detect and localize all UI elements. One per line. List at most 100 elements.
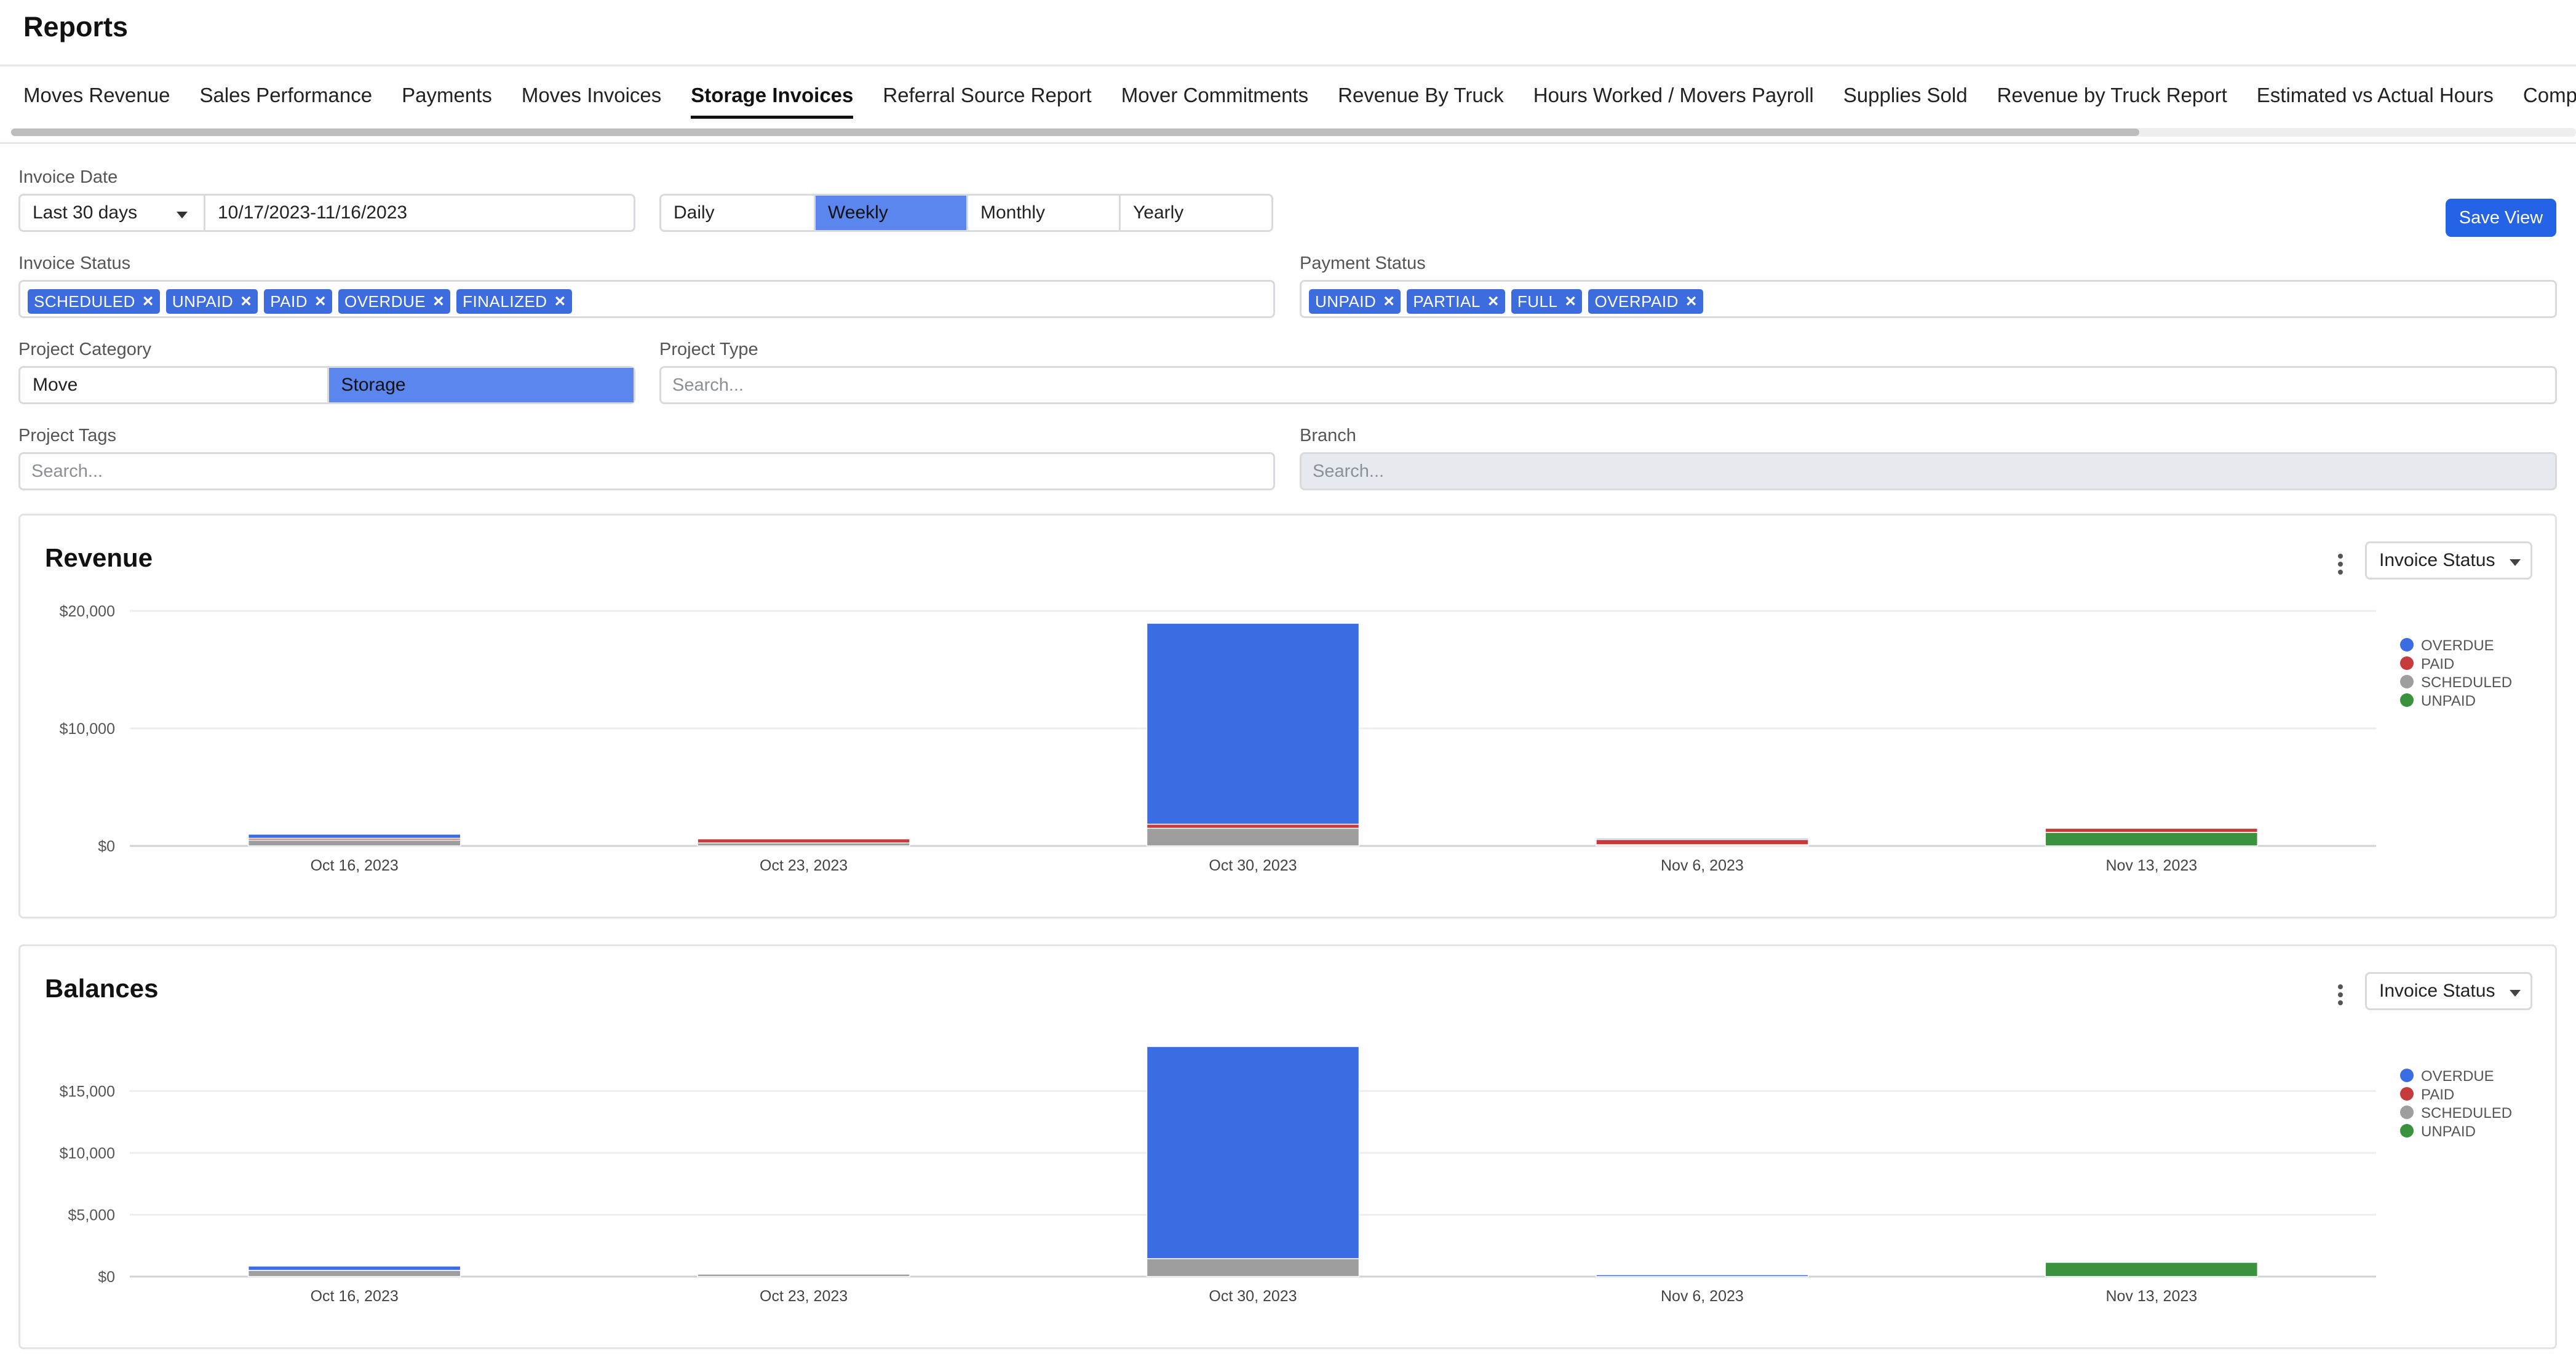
bar-segment-scheduled (697, 1273, 910, 1277)
balances-chart-card: Balances Invoice Status $0 $5,000 $10,000 $… (18, 944, 2557, 1349)
legend-label: UNPAID (2421, 1123, 2476, 1140)
status-chip-finalized: FINALIZED × (456, 289, 572, 314)
x-tick-label: Oct 23, 2023 (760, 1288, 848, 1305)
chip-label: FULL (1517, 292, 1558, 311)
y-tick-label: $20,000 (60, 603, 115, 620)
legend-swatch-scheduled (2400, 675, 2414, 688)
granularity-option-monthly[interactable]: Monthly (966, 196, 1119, 230)
bar-segment-unpaid (2045, 1262, 2259, 1277)
project-type-placeholder: Search... (672, 375, 744, 395)
y-tick-label: $0 (98, 838, 115, 855)
legend-label: OVERDUE (2421, 637, 2494, 654)
bar-segment-overdue (1596, 837, 1809, 840)
tab-supplies-sold[interactable]: Supplies Sold (1843, 84, 1968, 119)
tab-revenue-by-truck-report[interactable]: Revenue by Truck Report (1997, 84, 2227, 119)
legend-swatch-paid (2400, 656, 2414, 670)
granularity-option-yearly[interactable]: Yearly (1119, 196, 1271, 230)
invoice-status-label: Invoice Status (18, 253, 131, 273)
remove-chip-icon[interactable]: × (555, 291, 566, 312)
y-tick-label: $10,000 (60, 1145, 115, 1162)
tab-moves-invoices[interactable]: Moves Invoices (522, 84, 661, 119)
save-view-button[interactable]: Save View (2446, 199, 2556, 237)
date-range-input[interactable]: 10/17/2023-11/16/2023 (204, 196, 634, 230)
branch-search[interactable]: Search... (1300, 452, 2557, 490)
report-tabs: Moves Revenue Sales Performance Payments Mo… (23, 84, 2576, 119)
y-tick-label: $10,000 (60, 720, 115, 738)
remove-chip-icon[interactable]: × (1565, 291, 1576, 312)
report-tabs-bar: Moves Revenue Sales Performance Payments Mo… (0, 66, 2576, 144)
x-tick-label: Nov 6, 2023 (1661, 857, 1744, 874)
category-option-move[interactable]: Move (20, 368, 327, 402)
remove-chip-icon[interactable]: × (1383, 291, 1394, 312)
bar-segment-unpaid (2045, 832, 2259, 847)
tab-hours-worked-movers-payroll[interactable]: Hours Worked / Movers Payroll (1533, 84, 1814, 119)
revenue-chart-card: Revenue Invoice Status $0 $10,000 $20,000 O… (18, 514, 2557, 919)
remove-chip-icon[interactable]: × (241, 291, 252, 312)
bar-segment-paid (1146, 823, 1360, 829)
invoice-date-field: Last 30 days 10/17/2023-11/16/2023 (18, 194, 635, 232)
chip-label: OVERPAID (1594, 292, 1679, 311)
x-tick-label: Nov 13, 2023 (2105, 1288, 2197, 1305)
tab-referral-source-report[interactable]: Referral Source Report (883, 84, 1091, 119)
legend-label: UNPAID (2421, 693, 2476, 709)
tab-company-da[interactable]: Company Da (2523, 84, 2576, 119)
payment-status-label: Payment Status (1300, 253, 1426, 273)
project-type-search[interactable]: Search... (659, 366, 2557, 404)
payment-status-multiselect[interactable]: UNPAID × PARTIAL × FULL × OVERPAID × (1300, 280, 2557, 318)
granularity-toggle: Daily Weekly Monthly Yearly (659, 194, 1273, 232)
legend-swatch-overdue (2400, 1069, 2414, 1082)
payment-status-chips: UNPAID × PARTIAL × FULL × OVERPAID × (1309, 289, 1703, 314)
category-option-storage[interactable]: Storage (327, 368, 634, 402)
x-tick-label: Oct 16, 2023 (311, 857, 399, 874)
project-tags-search[interactable]: Search... (18, 452, 1275, 490)
legend-swatch-overdue (2400, 638, 2414, 652)
y-tick-label: $15,000 (60, 1083, 115, 1100)
page-header: Reports (0, 0, 2576, 66)
legend-label: PAID (2421, 656, 2454, 672)
bar-segment-overdue (1146, 1046, 1360, 1259)
x-tick-label: Oct 30, 2023 (1209, 1288, 1297, 1305)
legend-swatch-unpaid (2400, 693, 2414, 707)
x-tick-label: Oct 16, 2023 (311, 1288, 399, 1305)
remove-chip-icon[interactable]: × (315, 291, 326, 312)
tab-mover-commitments[interactable]: Mover Commitments (1121, 84, 1308, 119)
bar-segment-paid (697, 838, 910, 843)
invoice-status-multiselect[interactable]: SCHEDULED × UNPAID × PAID × OVERDUE × FINALIZED × (18, 280, 1275, 318)
legend-label: PAID (2421, 1086, 2454, 1103)
tab-moves-revenue[interactable]: Moves Revenue (23, 84, 170, 119)
chip-label: FINALIZED (463, 292, 547, 311)
tabs-scrollbar-thumb[interactable] (11, 129, 2139, 136)
granularity-option-weekly[interactable]: Weekly (814, 196, 966, 230)
status-chip-partial: PARTIAL × (1407, 289, 1505, 314)
tab-estimated-vs-actual-hours[interactable]: Estimated vs Actual Hours (2257, 84, 2494, 119)
status-chip-overpaid: OVERPAID × (1588, 289, 1703, 314)
invoice-date-label: Invoice Date (18, 167, 118, 187)
page-title: Reports (23, 11, 129, 42)
bar-segment-paid (2045, 827, 2259, 833)
bar-segment-scheduled (1146, 1258, 1360, 1277)
invoice-status-chips: SCHEDULED × UNPAID × PAID × OVERDUE × FINALIZED × (28, 289, 572, 314)
date-range-input-value: 10/17/2023-11/16/2023 (218, 202, 408, 223)
chip-label: UNPAID (1315, 292, 1377, 311)
x-tick-label: Oct 23, 2023 (760, 857, 848, 874)
remove-chip-icon[interactable]: × (143, 291, 154, 312)
legend-label: SCHEDULED (2421, 1105, 2512, 1122)
granularity-option-daily[interactable]: Daily (661, 196, 814, 230)
bar-segment-scheduled (247, 839, 461, 847)
remove-chip-icon[interactable]: × (1488, 291, 1499, 312)
status-chip-unpaid: UNPAID × (165, 289, 258, 314)
date-range-select[interactable]: Last 30 days (20, 196, 204, 230)
revenue-chart: $0 $10,000 $20,000 Oct 16, 2023 Oct 23, 2023… (60, 603, 2512, 874)
legend-swatch-paid (2400, 1087, 2414, 1101)
tab-sales-performance[interactable]: Sales Performance (199, 84, 372, 119)
tab-revenue-by-truck[interactable]: Revenue By Truck (1338, 84, 1504, 119)
legend-swatch-unpaid (2400, 1124, 2414, 1138)
status-chip-unpaid: UNPAID × (1309, 289, 1401, 314)
tab-payments[interactable]: Payments (402, 84, 492, 119)
remove-chip-icon[interactable]: × (433, 291, 444, 312)
remove-chip-icon[interactable]: × (1686, 291, 1697, 312)
tab-storage-invoices[interactable]: Storage Invoices (691, 84, 854, 119)
chip-label: PARTIAL (1413, 292, 1481, 311)
x-tick-label: Oct 30, 2023 (1209, 857, 1297, 874)
chip-label: PAID (270, 292, 308, 311)
